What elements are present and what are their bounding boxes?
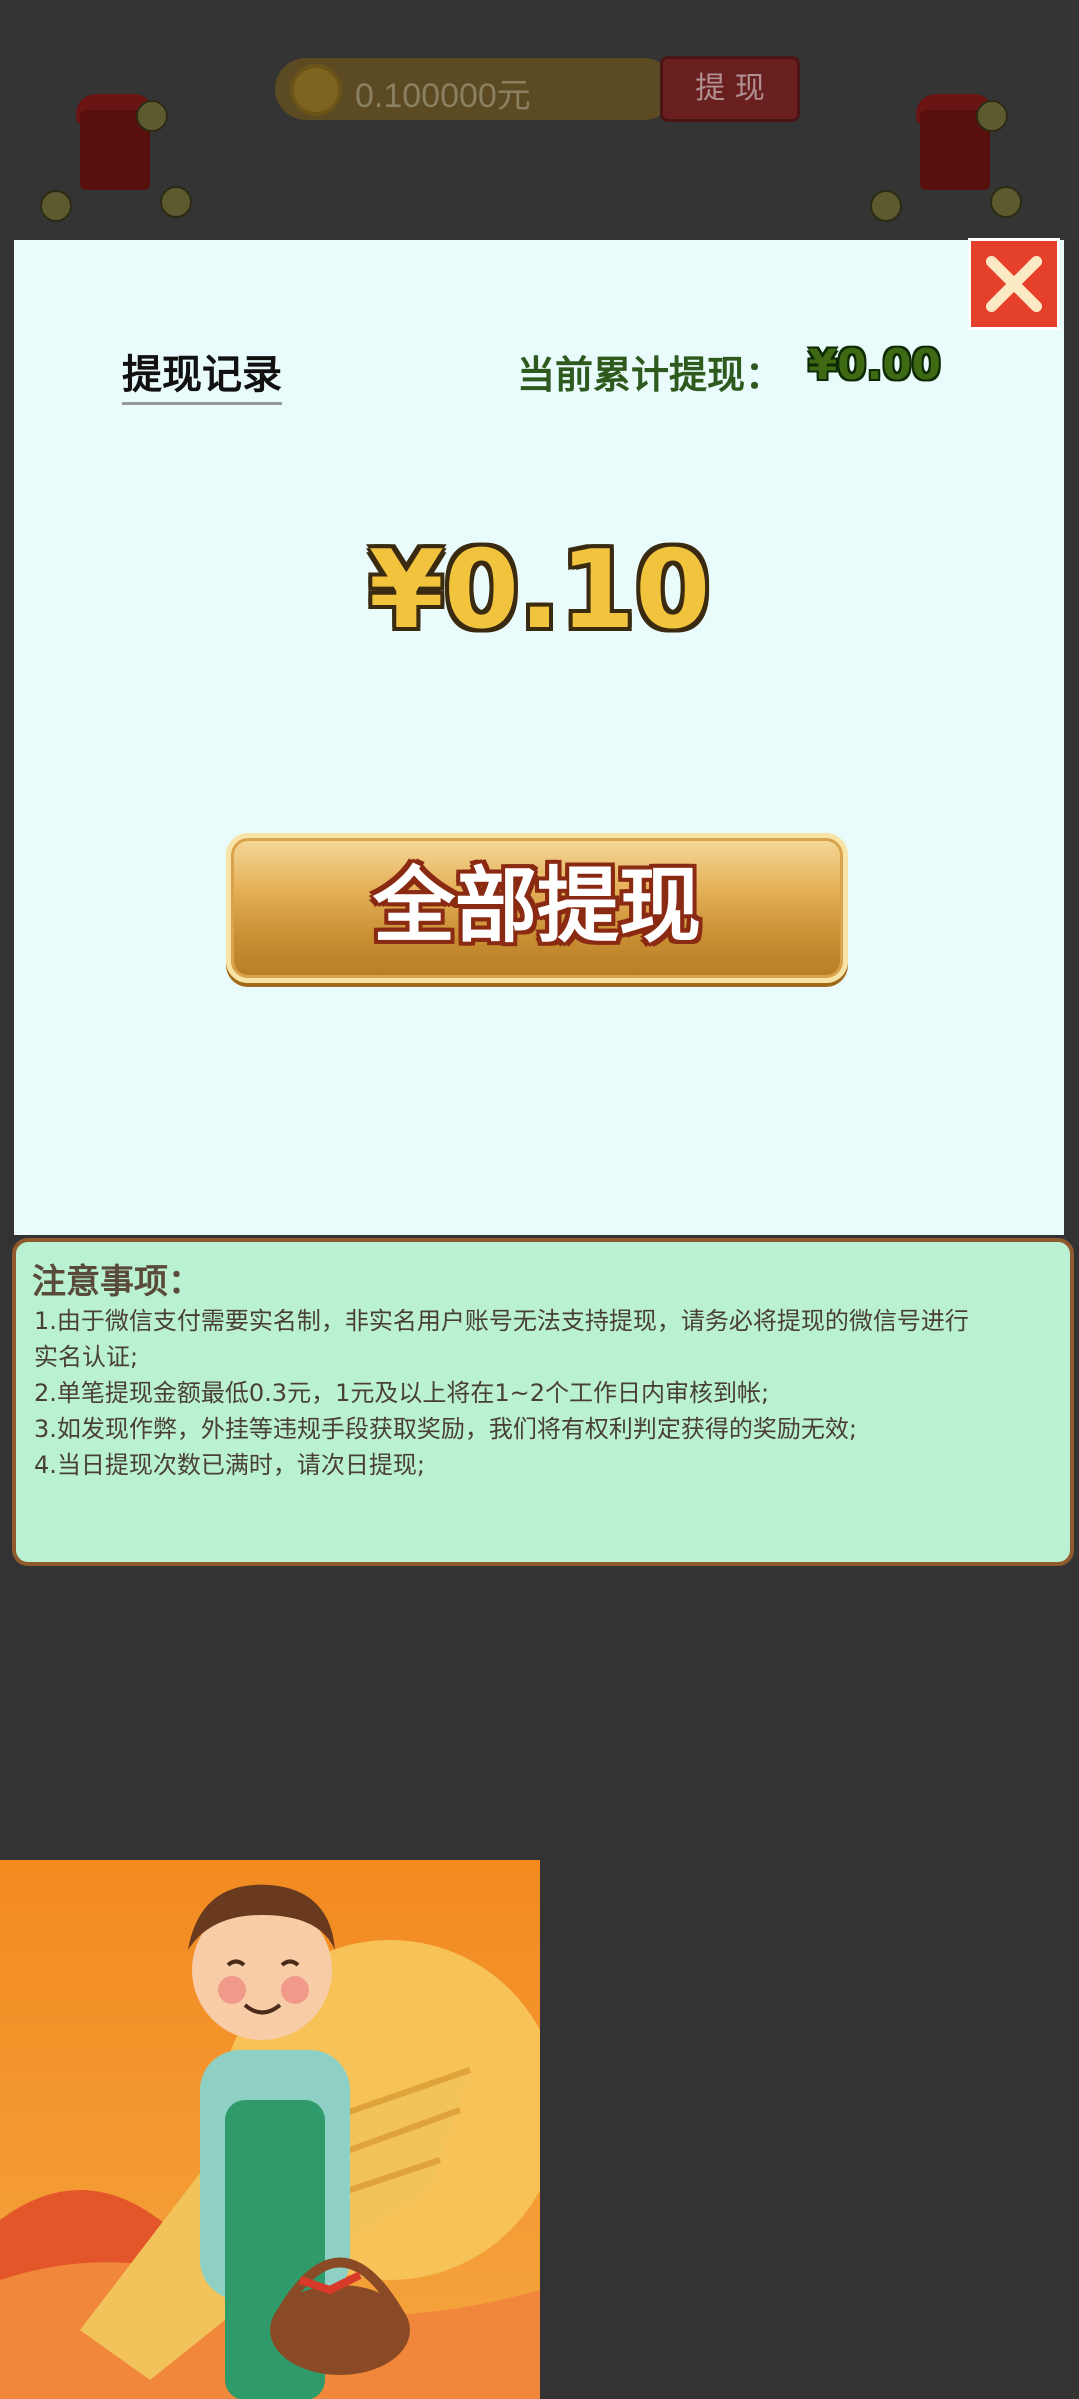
farmer-illustration <box>0 1860 540 2399</box>
notice-line: 4.当日提现次数已满时，请次日提现; <box>34 1451 425 1479</box>
notice-line: 3.如发现作弊，外挂等违规手段获取奖励，我们将有权利判定获得的奖励无效; <box>34 1415 857 1443</box>
total-withdraw-label: 当前累计提现： <box>517 353 784 397</box>
close-icon <box>985 255 1043 313</box>
withdraw-amount: ¥0.10 <box>368 528 711 653</box>
notice-line: 实名认证; <box>34 1343 139 1371</box>
notice-title: 注意事项： <box>32 1262 202 1302</box>
withdraw-all-button[interactable]: 全部提现 <box>226 833 848 983</box>
notice-panel: 注意事项： 1.由于微信支付需要实名制，非实名用户账号无法支持提现，请务必将提现… <box>12 1238 1074 1566</box>
ad-banner[interactable] <box>0 1860 540 2399</box>
notice-line: 1.由于微信支付需要实名制，非实名用户账号无法支持提现，请务必将提现的微信号进行 <box>34 1307 969 1335</box>
notice-line: 2.单笔提现金额最低0.3元，1元及以上将在1~2个工作日内审核到帐; <box>34 1379 770 1407</box>
balance-text: 0.100000元 <box>355 77 531 115</box>
red-envelope-icon <box>40 80 192 222</box>
red-envelope-icon <box>870 80 1022 222</box>
header-withdraw-button: 提 现 <box>660 56 800 122</box>
total-withdraw-value: ¥0.00 <box>808 340 941 389</box>
coin-icon <box>290 64 342 116</box>
close-button[interactable] <box>968 238 1060 330</box>
withdraw-record-link[interactable]: 提现记录 <box>122 342 282 405</box>
